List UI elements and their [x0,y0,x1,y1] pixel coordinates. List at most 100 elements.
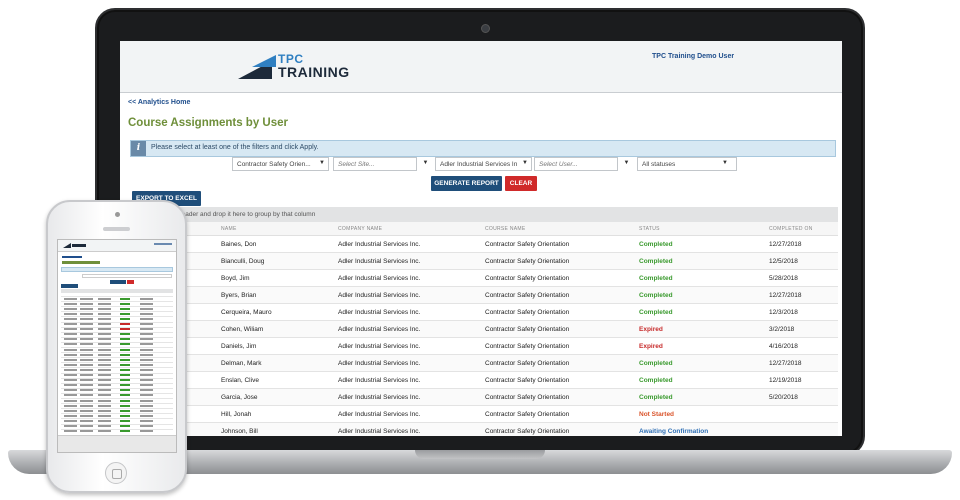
mini-cell [64,338,77,341]
chevron-down-icon: ▼ [722,160,728,166]
cell-completed-on: 5/28/2018 [769,275,798,282]
mini-row-divider [61,408,173,410]
table-row[interactable]: Delman, Mark Adler Industrial Services In… [130,355,838,372]
mini-cell [98,374,111,376]
mini-cell [64,379,77,382]
mini-cell [140,333,153,336]
table-row[interactable]: Garcia, Jose Adler Industrial Services In… [130,389,838,406]
mini-cell [80,389,93,392]
mini-cell [64,430,77,433]
tpc-training-logo[interactable]: TPC TRAINING [238,49,358,85]
group-by-drop-zone[interactable]: header and drop it here to group by that… [130,207,838,222]
mini-cell [120,333,130,336]
phone-speaker [103,227,130,231]
table-row[interactable]: Enslan, Clive Adler Industrial Services I… [130,372,838,389]
mini-cell [140,323,153,325]
mini-row-divider [61,372,173,374]
mini-cell [80,425,93,427]
mini-row-divider [61,367,173,369]
mini-cell [140,307,153,310]
mini-cell [98,430,111,433]
generate-report-button[interactable]: GENERATE REPORT [431,176,502,191]
course-filter-value: Contractor Safety Orien... [237,161,311,168]
table-row[interactable]: Cerqueira, Mauro Adler Industrial Service… [130,304,838,321]
cell-company: Adler Industrial Services Inc. [338,360,421,367]
cell-name: Byers, Brian [221,292,257,299]
table-row[interactable]: Bianculli, Doug Adler Industrial Services… [130,253,838,270]
mini-row-divider [61,387,173,389]
mini-row-divider [61,336,173,338]
mini-cell [64,328,77,331]
mini-cell [140,343,153,346]
table-row[interactable]: Cohen, Wiliam Adler Industrial Services I… [130,321,838,338]
cell-name: Garcia, Jose [221,394,258,401]
mini-generate-button [110,280,126,284]
mini-cell [120,394,130,397]
status-filter-select[interactable]: All statuses ▼ [637,157,737,171]
cell-name: Johnson, Bill [221,428,258,435]
laptop-screen: TPC TRAINING TPC Training Demo User << A… [120,41,842,436]
mini-info-bar [61,267,173,272]
column-header-name[interactable]: NAME [221,226,237,232]
chevron-down-icon[interactable]: ▼ [620,157,633,171]
mini-cell [64,317,77,320]
mini-cell [64,363,77,366]
mini-cell [64,353,77,356]
cell-status: Not Started [639,411,675,418]
mini-cell [64,307,77,310]
cell-name: Cohen, Wiliam [221,326,264,333]
column-header-status[interactable]: STATUS [639,226,660,232]
site-filter-select[interactable]: Select Site... [333,157,417,171]
mini-logo-icon [63,243,71,248]
table-row[interactable]: Daniels, Jim Adler Industrial Services In… [130,338,838,355]
cell-course: Contractor Safety Orientation [485,377,570,384]
cell-status: Completed [639,275,673,282]
user-filter-select[interactable]: Select User... [534,157,618,171]
cell-completed-on: 12/27/2018 [769,292,802,299]
cell-company: Adler Industrial Services Inc. [338,309,421,316]
mini-cell [64,399,77,402]
mini-cell [120,328,130,331]
mini-cell [98,302,111,305]
mini-cell [120,379,130,382]
cell-course: Contractor Safety Orientation [485,241,570,248]
laptop-frame: TPC TRAINING TPC Training Demo User << A… [95,8,865,456]
mini-row-divider [61,347,173,348]
home-button[interactable] [105,462,127,484]
course-filter-select[interactable]: Contractor Safety Orien... ▼ [232,157,329,171]
table-row[interactable]: Baines, Don Adler Industrial Services Inc… [130,236,838,253]
mini-cell [80,328,93,331]
mini-cell [120,307,130,310]
cell-completed-on: 12/5/2018 [769,258,798,265]
mini-cell [98,384,111,387]
mini-cell [140,419,153,422]
column-header-company[interactable]: COMPANY NAME [338,226,382,232]
table-row[interactable]: Byers, Brian Adler Industrial Services In… [130,287,838,304]
mini-cell [98,307,111,310]
cell-completed-on: 12/19/2018 [769,377,802,384]
analytics-home-link[interactable]: << Analytics Home [128,99,190,106]
user-menu[interactable]: TPC Training Demo User [652,53,734,60]
cell-status: Completed [639,258,673,265]
mini-cell [98,317,111,320]
table-row[interactable]: Johnson, Bill Adler Industrial Services I… [130,423,838,436]
company-filter-select[interactable]: Adler Industrial Services In ▼ [435,157,532,171]
column-header-course[interactable]: COURSE NAME [485,226,526,232]
mini-cell [140,338,153,341]
table-row[interactable]: Hill, Jonah Adler Industrial Services Inc… [130,406,838,423]
mini-cell [80,323,93,325]
mini-cell [80,368,93,371]
mini-cell [120,363,130,366]
column-header-completed-on[interactable]: COMPLETED ON [769,226,813,232]
table-row[interactable]: Boyd, Jim Adler Industrial Services Inc. C… [130,270,838,287]
mini-row-divider [61,311,173,313]
mini-cell [98,379,111,382]
mini-cell [98,389,111,392]
laptop-notch [415,450,545,459]
chevron-down-icon[interactable]: ▼ [419,157,432,171]
mini-cell [80,419,93,422]
mini-cell [80,297,93,300]
clear-button[interactable]: CLEAR [505,176,537,191]
cell-company: Adler Industrial Services Inc. [338,258,421,265]
mini-cell [98,338,111,341]
